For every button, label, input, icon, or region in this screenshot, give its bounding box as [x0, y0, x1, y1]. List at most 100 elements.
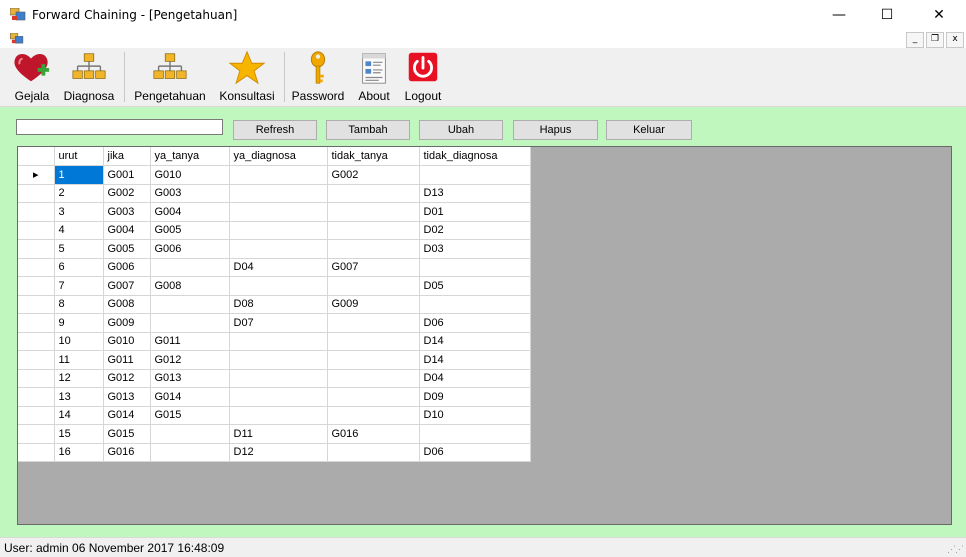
- table-cell[interactable]: [419, 295, 531, 314]
- row-header[interactable]: [18, 202, 55, 222]
- row-header[interactable]: [18, 443, 55, 462]
- table-cell[interactable]: [327, 184, 420, 203]
- table-row[interactable]: 14 G014 G015 D10: [18, 406, 531, 425]
- table-cell[interactable]: D13: [419, 184, 531, 203]
- row-header[interactable]: [18, 369, 55, 388]
- table-cell[interactable]: 16: [54, 443, 104, 462]
- table-row[interactable]: 13 G013 G014 D09: [18, 387, 531, 407]
- table-cell[interactable]: [419, 258, 531, 277]
- table-row[interactable]: 15 G015 D11 G016: [18, 424, 531, 444]
- table-cell[interactable]: D11: [229, 424, 328, 444]
- toolbar-pengetahuan-button[interactable]: Pengetahuan: [128, 48, 212, 106]
- table-cell[interactable]: D14: [419, 350, 531, 370]
- resize-grip[interactable]: ⋰⋰: [947, 544, 964, 555]
- table-cell[interactable]: G008: [150, 276, 230, 296]
- table-row[interactable]: 11 G011 G012 D14: [18, 350, 531, 370]
- table-cell[interactable]: G014: [103, 406, 151, 425]
- table-cell[interactable]: G016: [103, 443, 151, 462]
- table-cell[interactable]: G009: [327, 295, 420, 314]
- table-cell[interactable]: G006: [150, 239, 230, 259]
- row-header[interactable]: [18, 184, 55, 203]
- table-cell[interactable]: D05: [419, 276, 531, 296]
- table-cell[interactable]: G012: [150, 350, 230, 370]
- table-cell[interactable]: 6: [54, 258, 104, 277]
- table-row[interactable]: 12 G012 G013 D04: [18, 369, 531, 388]
- toolbar-password-button[interactable]: Password: [289, 48, 347, 106]
- table-cell[interactable]: G012: [103, 369, 151, 388]
- table-cell[interactable]: 9: [54, 313, 104, 333]
- table-cell[interactable]: [229, 276, 328, 296]
- table-cell[interactable]: 13: [54, 387, 104, 407]
- table-cell[interactable]: G013: [150, 369, 230, 388]
- table-cell[interactable]: D08: [229, 295, 328, 314]
- row-header[interactable]: [18, 239, 55, 259]
- table-cell[interactable]: 3: [54, 202, 104, 222]
- table-cell[interactable]: [150, 295, 230, 314]
- row-header[interactable]: [18, 406, 55, 425]
- minimize-button[interactable]: —: [816, 0, 862, 30]
- search-input[interactable]: [16, 119, 223, 135]
- table-cell[interactable]: G007: [103, 276, 151, 296]
- tambah-button[interactable]: Tambah: [326, 120, 410, 140]
- mdi-minimize-button[interactable]: _: [906, 32, 924, 48]
- table-cell[interactable]: G016: [327, 424, 420, 444]
- table-cell[interactable]: 4: [54, 221, 104, 240]
- column-header[interactable]: tidak_diagnosa: [419, 147, 531, 166]
- table-cell[interactable]: G003: [150, 184, 230, 203]
- row-header[interactable]: [18, 350, 55, 370]
- table-cell[interactable]: [327, 332, 420, 351]
- toolbar-diagnosa-button[interactable]: Diagnosa: [58, 48, 120, 106]
- table-cell[interactable]: [419, 424, 531, 444]
- table-cell[interactable]: [327, 202, 420, 222]
- data-grid[interactable]: urut jika ya_tanya ya_diagnosa tidak_tan…: [17, 146, 952, 525]
- table-cell[interactable]: G011: [103, 350, 151, 370]
- mdi-restore-button[interactable]: ❐: [926, 32, 944, 48]
- mdi-child-icon[interactable]: [10, 33, 24, 44]
- column-header[interactable]: tidak_tanya: [327, 147, 420, 166]
- table-cell[interactable]: [327, 239, 420, 259]
- row-header[interactable]: [18, 313, 55, 333]
- table-cell[interactable]: 10: [54, 332, 104, 351]
- table-cell[interactable]: [229, 165, 328, 185]
- table-cell[interactable]: G002: [327, 165, 420, 185]
- column-header[interactable]: ya_tanya: [150, 147, 230, 166]
- table-cell[interactable]: [229, 387, 328, 407]
- column-header[interactable]: jika: [103, 147, 151, 166]
- table-cell[interactable]: [327, 276, 420, 296]
- close-button[interactable]: ✕: [916, 0, 962, 30]
- table-cell[interactable]: [229, 202, 328, 222]
- column-header[interactable]: ya_diagnosa: [229, 147, 328, 166]
- table-cell[interactable]: G009: [103, 313, 151, 333]
- table-cell[interactable]: G004: [150, 202, 230, 222]
- table-cell[interactable]: [327, 221, 420, 240]
- toolbar-about-button[interactable]: About: [352, 48, 396, 106]
- table-row[interactable]: 5 G005 G006 D03: [18, 239, 531, 259]
- table-cell[interactable]: [419, 165, 531, 185]
- table-cell[interactable]: G015: [103, 424, 151, 444]
- table-cell[interactable]: [150, 258, 230, 277]
- table-row[interactable]: 4 G004 G005 D02: [18, 221, 531, 240]
- table-cell[interactable]: [229, 184, 328, 203]
- table-cell[interactable]: G004: [103, 221, 151, 240]
- table-row[interactable]: 8 G008 D08 G009: [18, 295, 531, 314]
- table-cell[interactable]: G010: [150, 165, 230, 185]
- table-row[interactable]: 9 G009 D07 D06: [18, 313, 531, 333]
- row-header[interactable]: [18, 276, 55, 296]
- table-row[interactable]: 3 G003 G004 D01: [18, 202, 531, 222]
- table-cell[interactable]: G001: [103, 165, 151, 185]
- table-cell[interactable]: D02: [419, 221, 531, 240]
- table-cell[interactable]: D12: [229, 443, 328, 462]
- table-cell[interactable]: G003: [103, 202, 151, 222]
- row-header[interactable]: [18, 332, 55, 351]
- hapus-button[interactable]: Hapus: [513, 120, 598, 140]
- table-cell[interactable]: G011: [150, 332, 230, 351]
- table-cell[interactable]: G007: [327, 258, 420, 277]
- ubah-button[interactable]: Ubah: [419, 120, 503, 140]
- table-cell[interactable]: [229, 332, 328, 351]
- table-cell[interactable]: D06: [419, 443, 531, 462]
- table-cell[interactable]: G006: [103, 258, 151, 277]
- table-cell[interactable]: D07: [229, 313, 328, 333]
- table-cell[interactable]: G014: [150, 387, 230, 407]
- row-header[interactable]: [18, 295, 55, 314]
- table-cell[interactable]: D04: [419, 369, 531, 388]
